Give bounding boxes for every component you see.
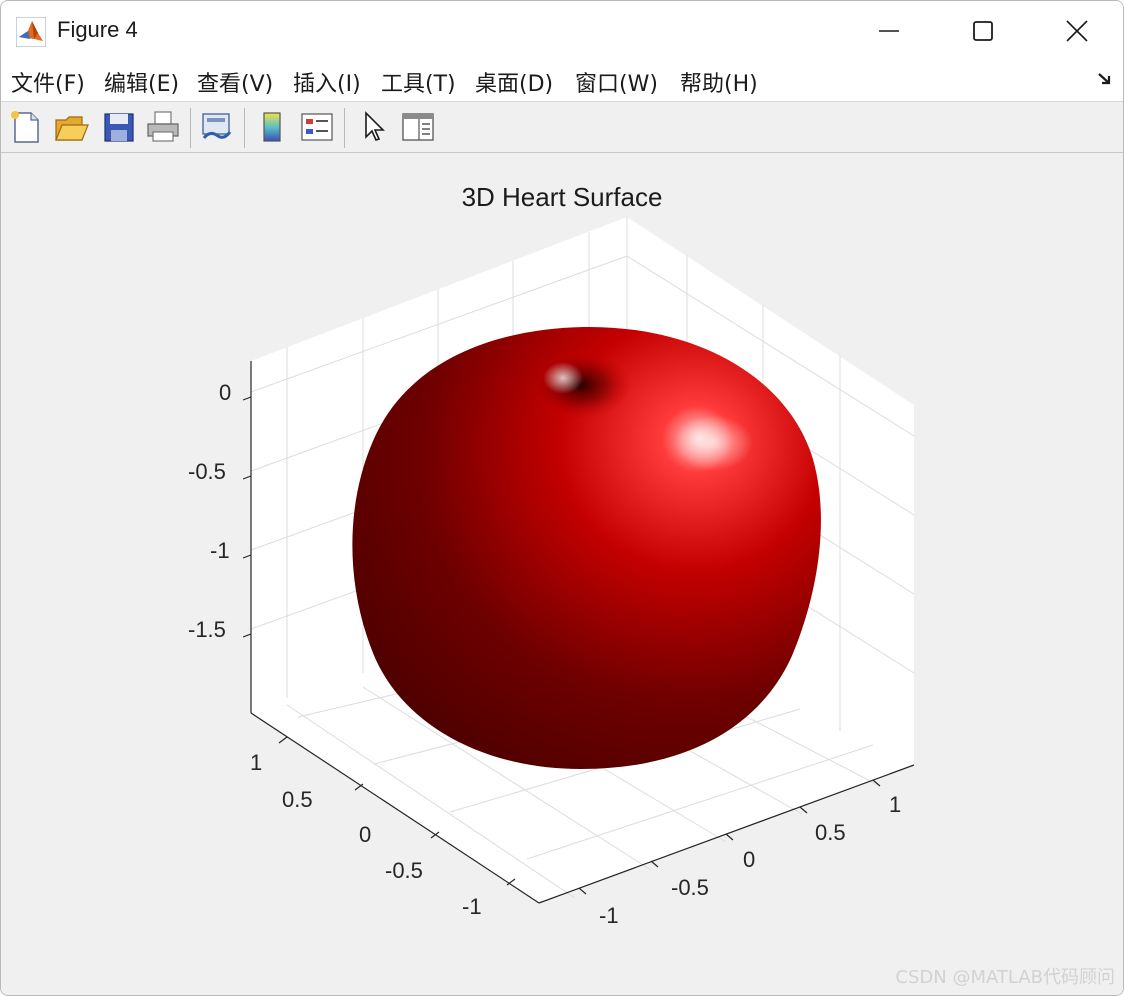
menu-file[interactable]: 文件(F) [11,66,85,98]
link-plot-icon[interactable] [198,108,236,146]
property-inspector-icon[interactable] [399,108,437,146]
menu-bar: 文件(F) 编辑(E) 查看(V) 插入(I) 工具(T) 桌面(D) 窗口(W… [1,59,1123,102]
y-tick-label: 0.5 [282,787,313,812]
x-tick-label: -0.5 [671,875,709,900]
figure-window: Figure 4 文件(F) 编辑(E) 查看(V) 插入(I) 工具(T) 桌… [0,0,1124,996]
minimize-button[interactable] [841,1,935,59]
x-tick-label: -1 [599,903,619,928]
toolbar-separator [344,108,345,148]
menu-tools[interactable]: 工具(T) [381,66,456,98]
matlab-icon [15,16,47,48]
heart-surface[interactable] [352,326,821,769]
x-tick-label: 0.5 [815,820,846,845]
menu-window[interactable]: 窗口(W) [575,66,658,98]
axes-3d[interactable] [1,153,1123,995]
menu-insert[interactable]: 插入(I) [293,66,361,98]
edit-plot-icon[interactable] [355,108,393,146]
new-figure-icon[interactable] [7,108,45,146]
y-tick-label: -0.5 [385,858,423,883]
close-icon [1066,20,1088,42]
maximize-icon [973,21,993,41]
z-tick-label: -1.5 [188,617,226,642]
toolbar-separator [244,108,245,148]
figure-canvas[interactable]: 3D Heart Surface 0 -0.5 -1 -1.5 1 0.5 0 … [1,153,1123,995]
z-axis-ticks [242,396,252,638]
colorbar-icon[interactable] [253,108,291,146]
figure-toolbar [1,102,1123,153]
menu-help[interactable]: 帮助(H) [680,66,758,98]
menu-edit[interactable]: 编辑(E) [104,66,179,98]
menu-desktop[interactable]: 桌面(D) [475,66,553,98]
maximize-button[interactable] [935,1,1029,59]
legend-icon[interactable] [298,108,336,146]
toolbar-separator [190,108,191,148]
save-icon[interactable] [100,108,138,146]
plot-title: 3D Heart Surface [461,182,663,212]
menu-view[interactable]: 查看(V) [197,66,273,98]
z-tick-label: -0.5 [188,459,226,484]
window-title: Figure 4 [57,17,138,42]
dock-arrow-icon[interactable] [1097,71,1113,91]
print-icon[interactable] [144,108,182,146]
title-bar[interactable]: Figure 4 [1,1,1123,59]
minimize-icon [879,30,899,32]
y-tick-label: 1 [250,750,263,775]
x-tick-label: 0 [743,847,756,872]
y-tick-label: -1 [462,894,482,919]
z-tick-label: 0 [219,380,232,405]
close-button[interactable] [1029,1,1123,59]
x-tick-label: 1 [889,792,902,817]
y-tick-label: 0 [359,822,372,847]
open-file-icon[interactable] [52,108,90,146]
watermark: CSDN @MATLAB代码顾问 [895,967,1115,988]
z-tick-label: -1 [210,538,230,563]
